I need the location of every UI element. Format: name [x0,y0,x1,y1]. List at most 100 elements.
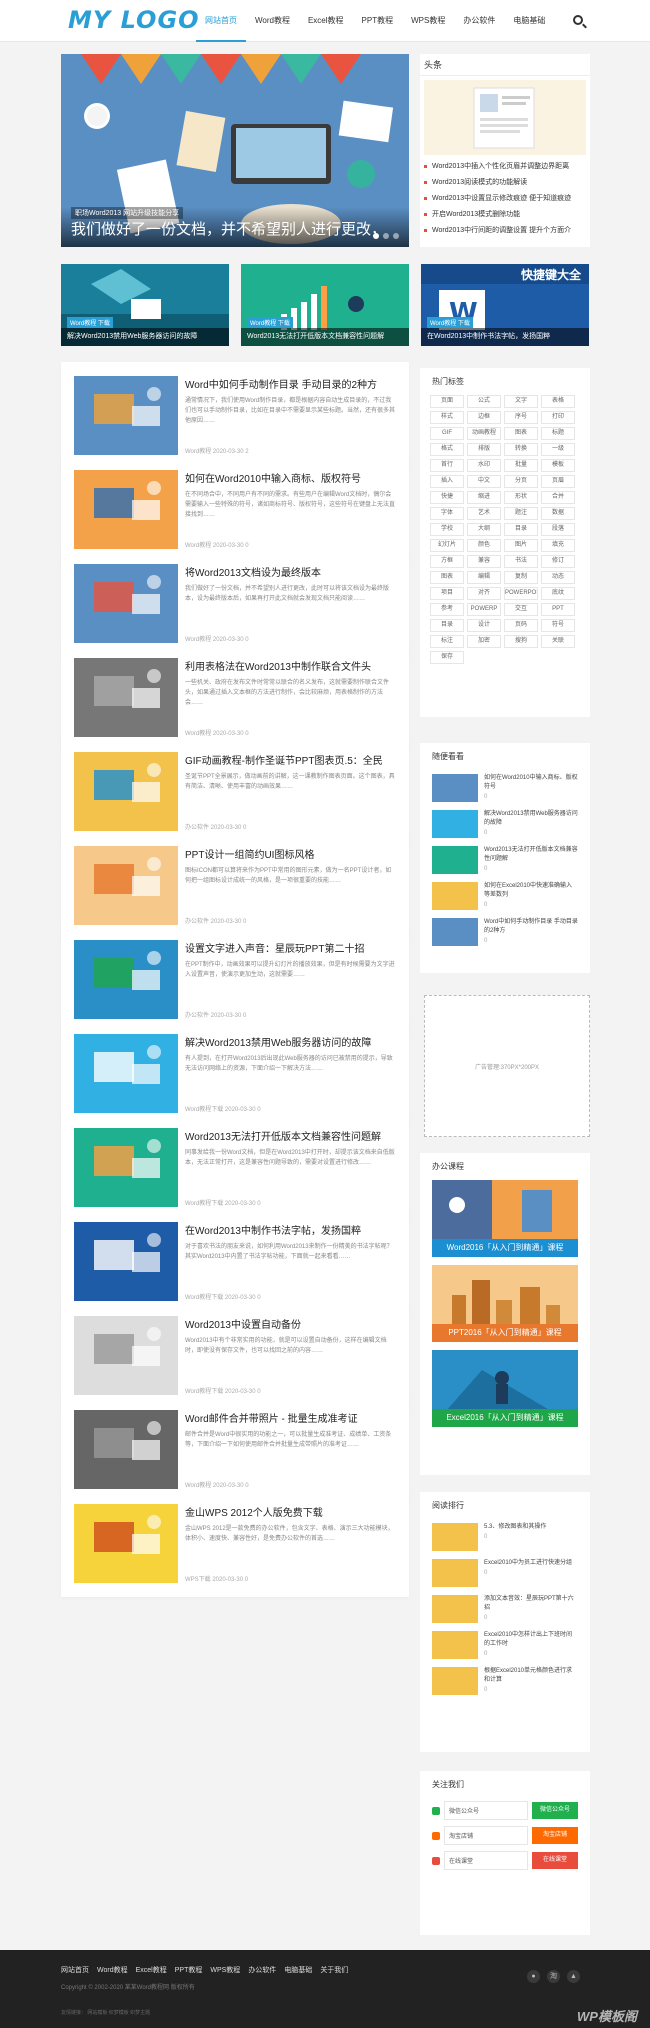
tag-item[interactable]: 序号 [504,411,538,424]
recommend-label[interactable]: 解决Word2013禁用Web服务器访问的故障 [484,810,578,828]
ranking-thumbnail[interactable] [432,1631,478,1659]
tag-item[interactable]: 转换 [504,443,538,456]
article-title[interactable]: 金山WPS 2012个人版免费下载 [185,1504,397,1519]
tag-item[interactable]: 目录 [504,523,538,536]
tag-item[interactable]: 文字 [504,395,538,408]
headline-item[interactable]: 开启Word2013模式删除功能 [424,207,586,223]
ranking-thumbnail[interactable] [432,1667,478,1695]
tag-item[interactable]: 复制 [504,571,538,584]
article-title[interactable]: 如何在Word2010中输入商标、版权符号 [185,470,397,485]
follow-button[interactable]: 淘宝店铺 [532,1827,578,1844]
tag-item[interactable]: 书法 [504,555,538,568]
article-title[interactable]: Word2013中设置自动备份 [185,1316,397,1331]
tag-item[interactable]: 图片 [504,539,538,552]
recommend-item[interactable]: 如何在Excel2010中快速准确输入等差数列 0 [420,878,590,914]
article-title[interactable]: PPT设计一组简约UI图标风格 [185,846,397,861]
ranking-label[interactable]: 根据Excel2010单元格颜色进行求和计算 [484,1667,578,1685]
slider-dot[interactable] [383,233,389,239]
nav-item[interactable]: PPT教程 [353,0,403,42]
course-card[interactable]: Word2016「从入门到精通」课程 [432,1180,578,1257]
tag-item[interactable]: 首行 [430,459,464,472]
nav-item[interactable]: 办公软件 [454,0,504,42]
footer-nav-item[interactable]: 关于我们 [320,1965,348,1975]
recommend-thumbnail[interactable] [432,846,478,874]
article-thumbnail[interactable] [74,1410,178,1489]
tag-item[interactable]: 保存 [430,651,464,664]
recommend-thumbnail[interactable] [432,774,478,802]
tag-item[interactable]: 批量 [504,459,538,472]
site-logo[interactable]: MY LOGO [68,6,200,34]
tag-item[interactable]: 符号 [541,619,575,632]
tag-item[interactable]: 打印 [541,411,575,424]
ranking-label[interactable]: Excel2010中为员工进行快速分组 [484,1559,572,1568]
tag-item[interactable]: 字体 [430,507,464,520]
classroom-icon[interactable]: ▲ [567,1970,580,1983]
tag-item[interactable]: 表格 [541,395,575,408]
recommend-label[interactable]: Word2013无法打开低版本文档兼容性问题解 [484,846,578,864]
ranking-item[interactable]: Excel2010中怎样计出上下班时间的工作时 0 [420,1627,590,1663]
tag-item[interactable]: GIF [430,427,464,440]
tag-item[interactable]: 页面 [430,395,464,408]
article-title[interactable]: 在Word2013中制作书法字帖，发扬国粹 [185,1222,397,1237]
tag-item[interactable]: 图表 [504,427,538,440]
article-card[interactable]: Word中如何手动制作目录 手动目录的2种方 通常情况下，我们使用Word制作目录… [61,362,409,469]
tag-item[interactable]: 关联 [541,635,575,648]
nav-item[interactable]: WPS教程 [402,0,454,42]
article-title[interactable]: Word2013无法打开低版本文档兼容性问题解 [185,1128,397,1143]
article-card[interactable]: 在Word2013中制作书法字帖，发扬国粹 对于喜欢书法的朋友来说，如何利用Wor… [61,1208,409,1315]
tag-item[interactable]: 缩进 [467,491,501,504]
footer-nav-item[interactable]: 网站首页 [61,1965,89,1975]
tag-item[interactable]: 题注 [504,507,538,520]
article-card[interactable]: Word2013无法打开低版本文档兼容性问题解 同事发给我一份Word文档，但是在… [61,1114,409,1221]
ranking-item[interactable]: 5.3、修改图表和其操作 0 [420,1519,590,1555]
course-card[interactable]: Excel2016「从入门到精通」课程 [432,1350,578,1427]
ranking-label[interactable]: Excel2010中怎样计出上下班时间的工作时 [484,1631,578,1649]
tag-item[interactable]: 边框 [467,411,501,424]
wechat-icon[interactable]: ● [527,1970,540,1983]
article-thumbnail[interactable] [74,564,178,643]
recommend-item[interactable]: 解决Word2013禁用Web服务器访问的故障 0 [420,806,590,842]
tag-item[interactable]: 一级 [541,443,575,456]
follow-button[interactable]: 在线课堂 [532,1852,578,1869]
tag-item[interactable]: 方框 [430,555,464,568]
tag-item[interactable]: 数据 [541,507,575,520]
tag-item[interactable]: 合并 [541,491,575,504]
recommend-item[interactable]: Word2013无法打开低版本文档兼容性问题解 0 [420,842,590,878]
tag-item[interactable]: 兼容 [467,555,501,568]
tag-item[interactable]: 样式 [430,411,464,424]
recommend-item[interactable]: 如何在Word2010中输入商标、版权符号 0 [420,770,590,806]
footer-nav-item[interactable]: PPT教程 [175,1965,203,1975]
tag-item[interactable]: 交互 [504,603,538,616]
article-title[interactable]: Word中如何手动制作目录 手动目录的2种方 [185,376,397,391]
recommend-thumbnail[interactable] [432,918,478,946]
headline-item[interactable]: Word2013中设置显示修改痕迹 便于知道痕迹 [424,191,586,207]
article-card[interactable]: 金山WPS 2012个人版免费下载 金山WPS 2012是一款免费的办公软件，包含… [61,1490,409,1597]
article-card[interactable]: Word2013中设置自动备份 Word2013中有个非常实用的功能，就是可以设置… [61,1302,409,1409]
tag-item[interactable]: 学校 [430,523,464,536]
tag-item[interactable]: 颜色 [467,539,501,552]
ranking-item[interactable]: Excel2010中为员工进行快速分组 0 [420,1555,590,1591]
tag-item[interactable]: 对齐 [467,587,501,600]
article-thumbnail[interactable] [74,658,178,737]
course-card[interactable]: PPT2016「从入门到精通」课程 [432,1265,578,1342]
tag-item[interactable]: 段落 [541,523,575,536]
tag-item[interactable]: 标注 [430,635,464,648]
tag-item[interactable]: POWERP [467,603,501,616]
recommend-item[interactable]: Word中如何手动制作目录 手动目录的2种方 0 [420,914,590,950]
article-thumbnail[interactable] [74,376,178,455]
article-title[interactable]: 设置文字进入声音：星辰玩PPT第二十招 [185,940,397,955]
tag-item[interactable]: 形状 [504,491,538,504]
article-card[interactable]: 设置文字进入声音：星辰玩PPT第二十招 在PPT制作中，动画效果可以提升幻灯片的播… [61,926,409,1033]
tag-item[interactable]: 页眉 [541,475,575,488]
article-card[interactable]: 如何在Word2010中输入商标、版权符号 在不同场合中，不同用户有不同的需求。有… [61,456,409,563]
ad-placeholder[interactable]: 广告管理:370PX*200PX [424,995,590,1137]
headline-item[interactable]: Word2013中行间距的调整设置 提升个方面介 [424,223,586,239]
tag-item[interactable]: 项目 [430,587,464,600]
tag-item[interactable]: 填充 [541,539,575,552]
article-card[interactable]: GIF动画教程-制作圣诞节PPT图表页.5：全民 圣诞节PPT全景展示，做动画前的… [61,738,409,845]
recommend-thumbnail[interactable] [432,882,478,910]
article-thumbnail[interactable] [74,752,178,831]
feature-card[interactable]: Word教程 下载 Word2013无法打开低版本文档兼容性问题解 [241,264,409,346]
tag-item[interactable]: 加密 [467,635,501,648]
taobao-icon[interactable]: 淘 [547,1970,560,1983]
